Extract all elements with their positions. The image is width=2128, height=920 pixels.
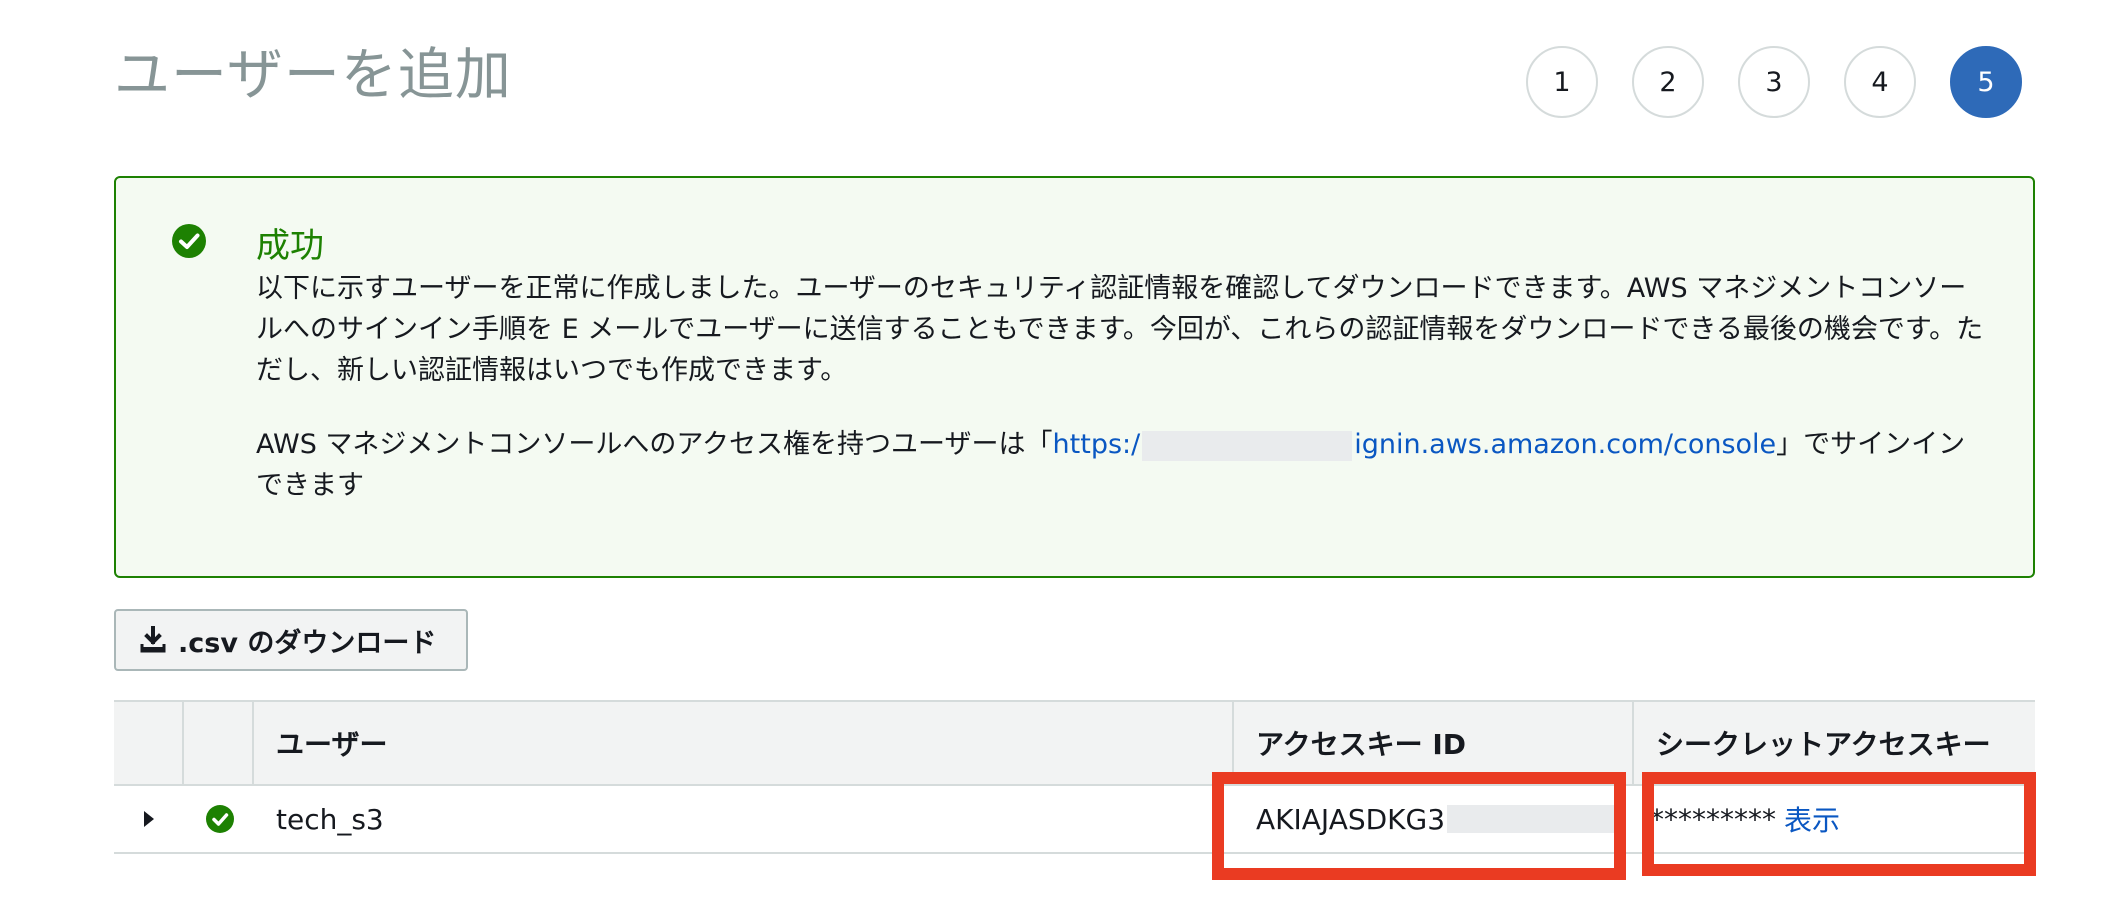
redacted-block	[1142, 430, 1353, 461]
step-5[interactable]: 5	[1950, 46, 2022, 118]
console-url-start: https:/	[1052, 429, 1141, 460]
user-name: tech_s3	[276, 802, 384, 836]
csv-download-label: .csv のダウンロード	[178, 627, 437, 659]
check-circle-icon	[172, 224, 206, 258]
csv-download-button[interactable]: .csv のダウンロード	[114, 609, 468, 671]
step-4[interactable]: 4	[1844, 46, 1916, 118]
console-signin-text: AWS マネジメントコンソールへのアクセス権を持つユーザーは「https:/ ig…	[256, 424, 1986, 506]
step-2[interactable]: 2	[1632, 46, 1704, 118]
console-url-link[interactable]: https:/ ignin.aws.amazon.com/console	[1052, 429, 1777, 461]
step-3[interactable]: 3	[1738, 46, 1810, 118]
expand-row-toggle[interactable]	[114, 786, 184, 852]
download-icon	[140, 626, 166, 653]
console-url-end: ignin.aws.amazon.com/console	[1354, 429, 1777, 460]
row-status	[184, 786, 254, 852]
header-user: ユーザー	[254, 702, 1234, 784]
header-status	[184, 702, 254, 784]
header-expand	[114, 702, 184, 784]
alert-message: 以下に示すユーザーを正常に作成しました。ユーザーのセキュリティ認証情報を確認して…	[256, 273, 1984, 386]
check-circle-icon	[206, 805, 234, 833]
caret-right-icon	[144, 811, 154, 827]
highlight-box-access-key	[1212, 772, 1626, 880]
step-1[interactable]: 1	[1526, 46, 1598, 118]
console-text-prefix: AWS マネジメントコンソールへのアクセス権を持つユーザーは「	[256, 429, 1053, 460]
success-alert: 成功 以下に示すユーザーを正常に作成しました。ユーザーのセキュリティ認証情報を確…	[114, 176, 2035, 578]
highlight-box-secret-key	[1642, 772, 2036, 876]
wizard-steps: 1 2 3 4 5	[1526, 46, 2022, 118]
alert-title: 成功	[256, 226, 324, 266]
page-title: ユーザーを追加	[114, 43, 512, 108]
